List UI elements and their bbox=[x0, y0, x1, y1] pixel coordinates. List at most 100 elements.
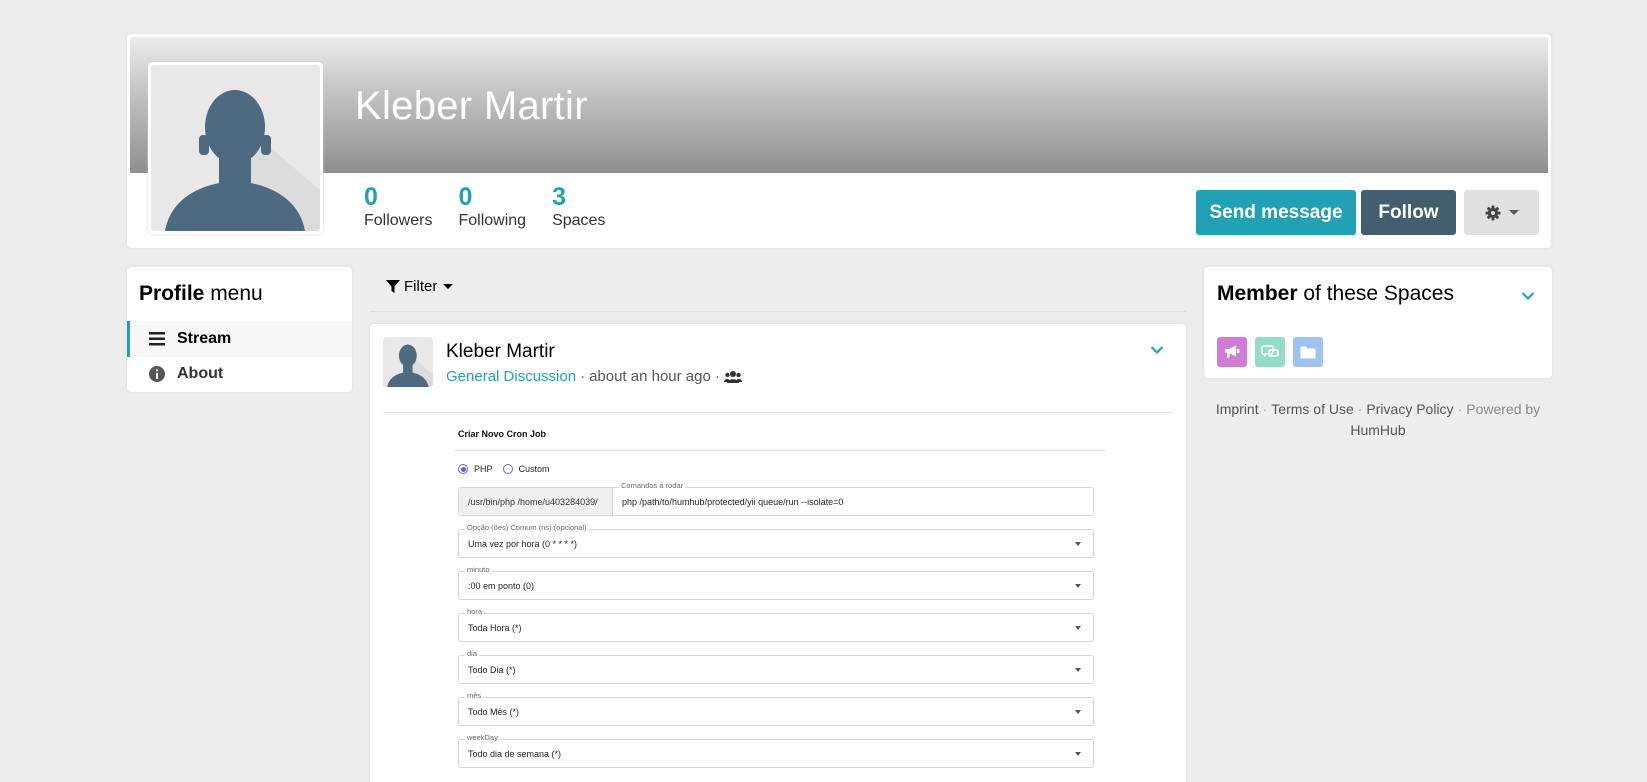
embed-select-label: hora bbox=[465, 607, 485, 616]
footer-dot: · bbox=[1457, 401, 1463, 417]
chevron-down-icon bbox=[1075, 710, 1081, 714]
embed-select-value: Todo Mês (*) bbox=[468, 706, 520, 717]
spaces-panel-toggle[interactable] bbox=[1521, 288, 1535, 306]
footer-imprint-link[interactable]: Imprint bbox=[1216, 401, 1259, 417]
footer-powered-by: Powered by bbox=[1466, 401, 1541, 417]
stat-followers-value: 0 bbox=[364, 183, 378, 211]
menu-title-bold: Profile bbox=[139, 282, 205, 305]
users-icon bbox=[723, 370, 742, 383]
embed-command-row: /usr/bin/php /home/u403284039/ Comandos … bbox=[458, 481, 1094, 516]
megaphone-icon bbox=[1225, 345, 1240, 358]
embed-select-label: Opção (ões) Comum (ns) (opcional) bbox=[465, 523, 589, 532]
embed-select-label: dia bbox=[465, 649, 480, 658]
stream-post: Kleber Martir General Discussion · about… bbox=[370, 324, 1186, 782]
embed-select-common: Opção (ões) Comum (ns) (opcional) Uma ve… bbox=[458, 523, 1094, 558]
profile-name: Kleber Martir bbox=[355, 84, 588, 128]
embed-command-value: php /path/to/humhub/protected/yii queue/… bbox=[622, 496, 844, 507]
footer-humhub-link[interactable]: HumHub bbox=[1350, 422, 1405, 438]
radio-php-icon bbox=[458, 464, 468, 474]
stat-following[interactable]: 0 Following bbox=[458, 184, 526, 232]
chevron-down-icon bbox=[1075, 584, 1081, 588]
embed-select-label: mês bbox=[465, 691, 484, 700]
post-menu-chevron[interactable] bbox=[1150, 342, 1164, 360]
stream-filter-bar: Filter bbox=[370, 270, 1186, 312]
menu-item-about[interactable]: About bbox=[127, 356, 352, 392]
radio-custom-label: Custom bbox=[518, 464, 550, 474]
chevron-down-icon bbox=[1075, 752, 1081, 756]
embed-command-label: Comandos a rodar bbox=[619, 481, 686, 490]
embed-command-prefix: /usr/bin/php /home/u403284039/ bbox=[459, 488, 613, 515]
footer-links: Imprint · Terms of Use · Privacy Policy · Powe… bbox=[1204, 399, 1552, 441]
chevron-down-icon bbox=[1075, 626, 1081, 630]
embed-select-value: Todo Dia (*) bbox=[468, 664, 516, 675]
embed-select-label: weekDay bbox=[465, 733, 500, 742]
meta-separator: · bbox=[714, 368, 720, 385]
stat-spaces-label: Spaces bbox=[552, 212, 606, 229]
embed-title: Criar Novo Cron Job bbox=[458, 429, 547, 439]
user-silhouette-icon bbox=[165, 90, 320, 231]
space-item-files[interactable] bbox=[1293, 337, 1323, 367]
post-author-avatar[interactable] bbox=[383, 337, 433, 387]
spaces-title-bold: Member bbox=[1217, 282, 1298, 305]
profile-settings-dropdown[interactable] bbox=[1464, 190, 1539, 235]
menu-item-label: About bbox=[177, 365, 224, 382]
folder-icon bbox=[1300, 346, 1316, 358]
chevron-down-icon bbox=[443, 284, 454, 289]
footer-terms-link[interactable]: Terms of Use bbox=[1271, 401, 1353, 417]
stat-following-label: Following bbox=[458, 212, 527, 229]
embed-select-minute: minuto :00 em ponto (0) bbox=[458, 565, 1094, 600]
follow-button[interactable]: Follow bbox=[1361, 190, 1456, 235]
embed-command-field: Comandos a rodar php /path/to/humhub/pro… bbox=[613, 481, 1093, 515]
spaces-title-rest: of these Spaces bbox=[1297, 282, 1454, 305]
embed-select-value: :00 em ponto (0) bbox=[468, 580, 535, 591]
chevron-down-icon bbox=[1150, 346, 1164, 355]
spaces-panel-title: Member of these Spaces bbox=[1217, 282, 1454, 306]
space-item-discussion[interactable] bbox=[1255, 337, 1285, 367]
chevron-down-icon bbox=[1075, 542, 1081, 546]
chat-icon bbox=[1261, 345, 1279, 358]
member-spaces-panel: Member of these Spaces bbox=[1204, 267, 1552, 378]
gear-icon bbox=[1485, 205, 1500, 220]
embed-select-label: minuto bbox=[465, 565, 492, 574]
footer-dot: · bbox=[1357, 401, 1363, 417]
filter-icon bbox=[386, 279, 400, 293]
filter-button[interactable]: Filter bbox=[386, 278, 454, 295]
meta-separator: · bbox=[580, 368, 586, 385]
stat-spaces[interactable]: 3 Spaces bbox=[552, 184, 605, 232]
radio-php-label: PHP bbox=[474, 464, 493, 474]
stat-followers-label: Followers bbox=[364, 212, 433, 229]
filter-label: Filter bbox=[404, 278, 438, 295]
post-space-link[interactable]: General Discussion bbox=[446, 368, 576, 385]
profile-header: Kleber Martir 0 Followers 0 Following 3 … bbox=[127, 34, 1551, 248]
info-circle-icon bbox=[148, 366, 165, 382]
radio-custom-icon bbox=[502, 464, 513, 474]
profile-banner bbox=[130, 37, 1548, 173]
profile-stats: 0 Followers 0 Following 3 Spaces bbox=[364, 184, 605, 232]
menu-title-rest: menu bbox=[204, 282, 263, 305]
space-icon-list bbox=[1217, 337, 1323, 367]
stat-followers[interactable]: 0 Followers bbox=[364, 184, 432, 232]
post-time[interactable]: about an hour ago bbox=[589, 368, 711, 385]
stat-following-value: 0 bbox=[458, 183, 473, 211]
space-item-announcements[interactable] bbox=[1217, 337, 1247, 367]
chevron-down-icon bbox=[1075, 668, 1081, 672]
embed-select-day: dia Todo Dia (*) bbox=[458, 649, 1094, 684]
send-message-button[interactable]: Send message bbox=[1196, 190, 1356, 235]
bars-icon bbox=[148, 332, 165, 346]
stat-spaces-value: 3 bbox=[552, 183, 566, 211]
post-image-cron-form[interactable]: Criar Novo Cron Job PHP Custom /usr/bin/… bbox=[455, 419, 1105, 782]
embed-select-weekday: weekDay Todo dia de semana (*) bbox=[458, 733, 1094, 768]
footer-privacy-link[interactable]: Privacy Policy bbox=[1366, 401, 1453, 417]
embed-select-hour: hora Toda Hora (*) bbox=[458, 607, 1094, 642]
embed-select-month: mês Todo Mês (*) bbox=[458, 691, 1094, 726]
post-author-name[interactable]: Kleber Martir bbox=[446, 341, 555, 363]
chevron-down-icon bbox=[1521, 292, 1535, 301]
menu-item-stream[interactable]: Stream bbox=[127, 321, 352, 357]
chevron-down-icon bbox=[1508, 210, 1519, 215]
embed-select-value: Toda Hora (*) bbox=[468, 622, 522, 633]
profile-menu: Profile menu Stream About bbox=[127, 267, 352, 392]
embed-radio-group: PHP Custom bbox=[458, 464, 550, 474]
profile-avatar[interactable] bbox=[148, 62, 323, 234]
footer-dot: · bbox=[1262, 401, 1268, 417]
profile-menu-title: Profile menu bbox=[139, 282, 263, 306]
